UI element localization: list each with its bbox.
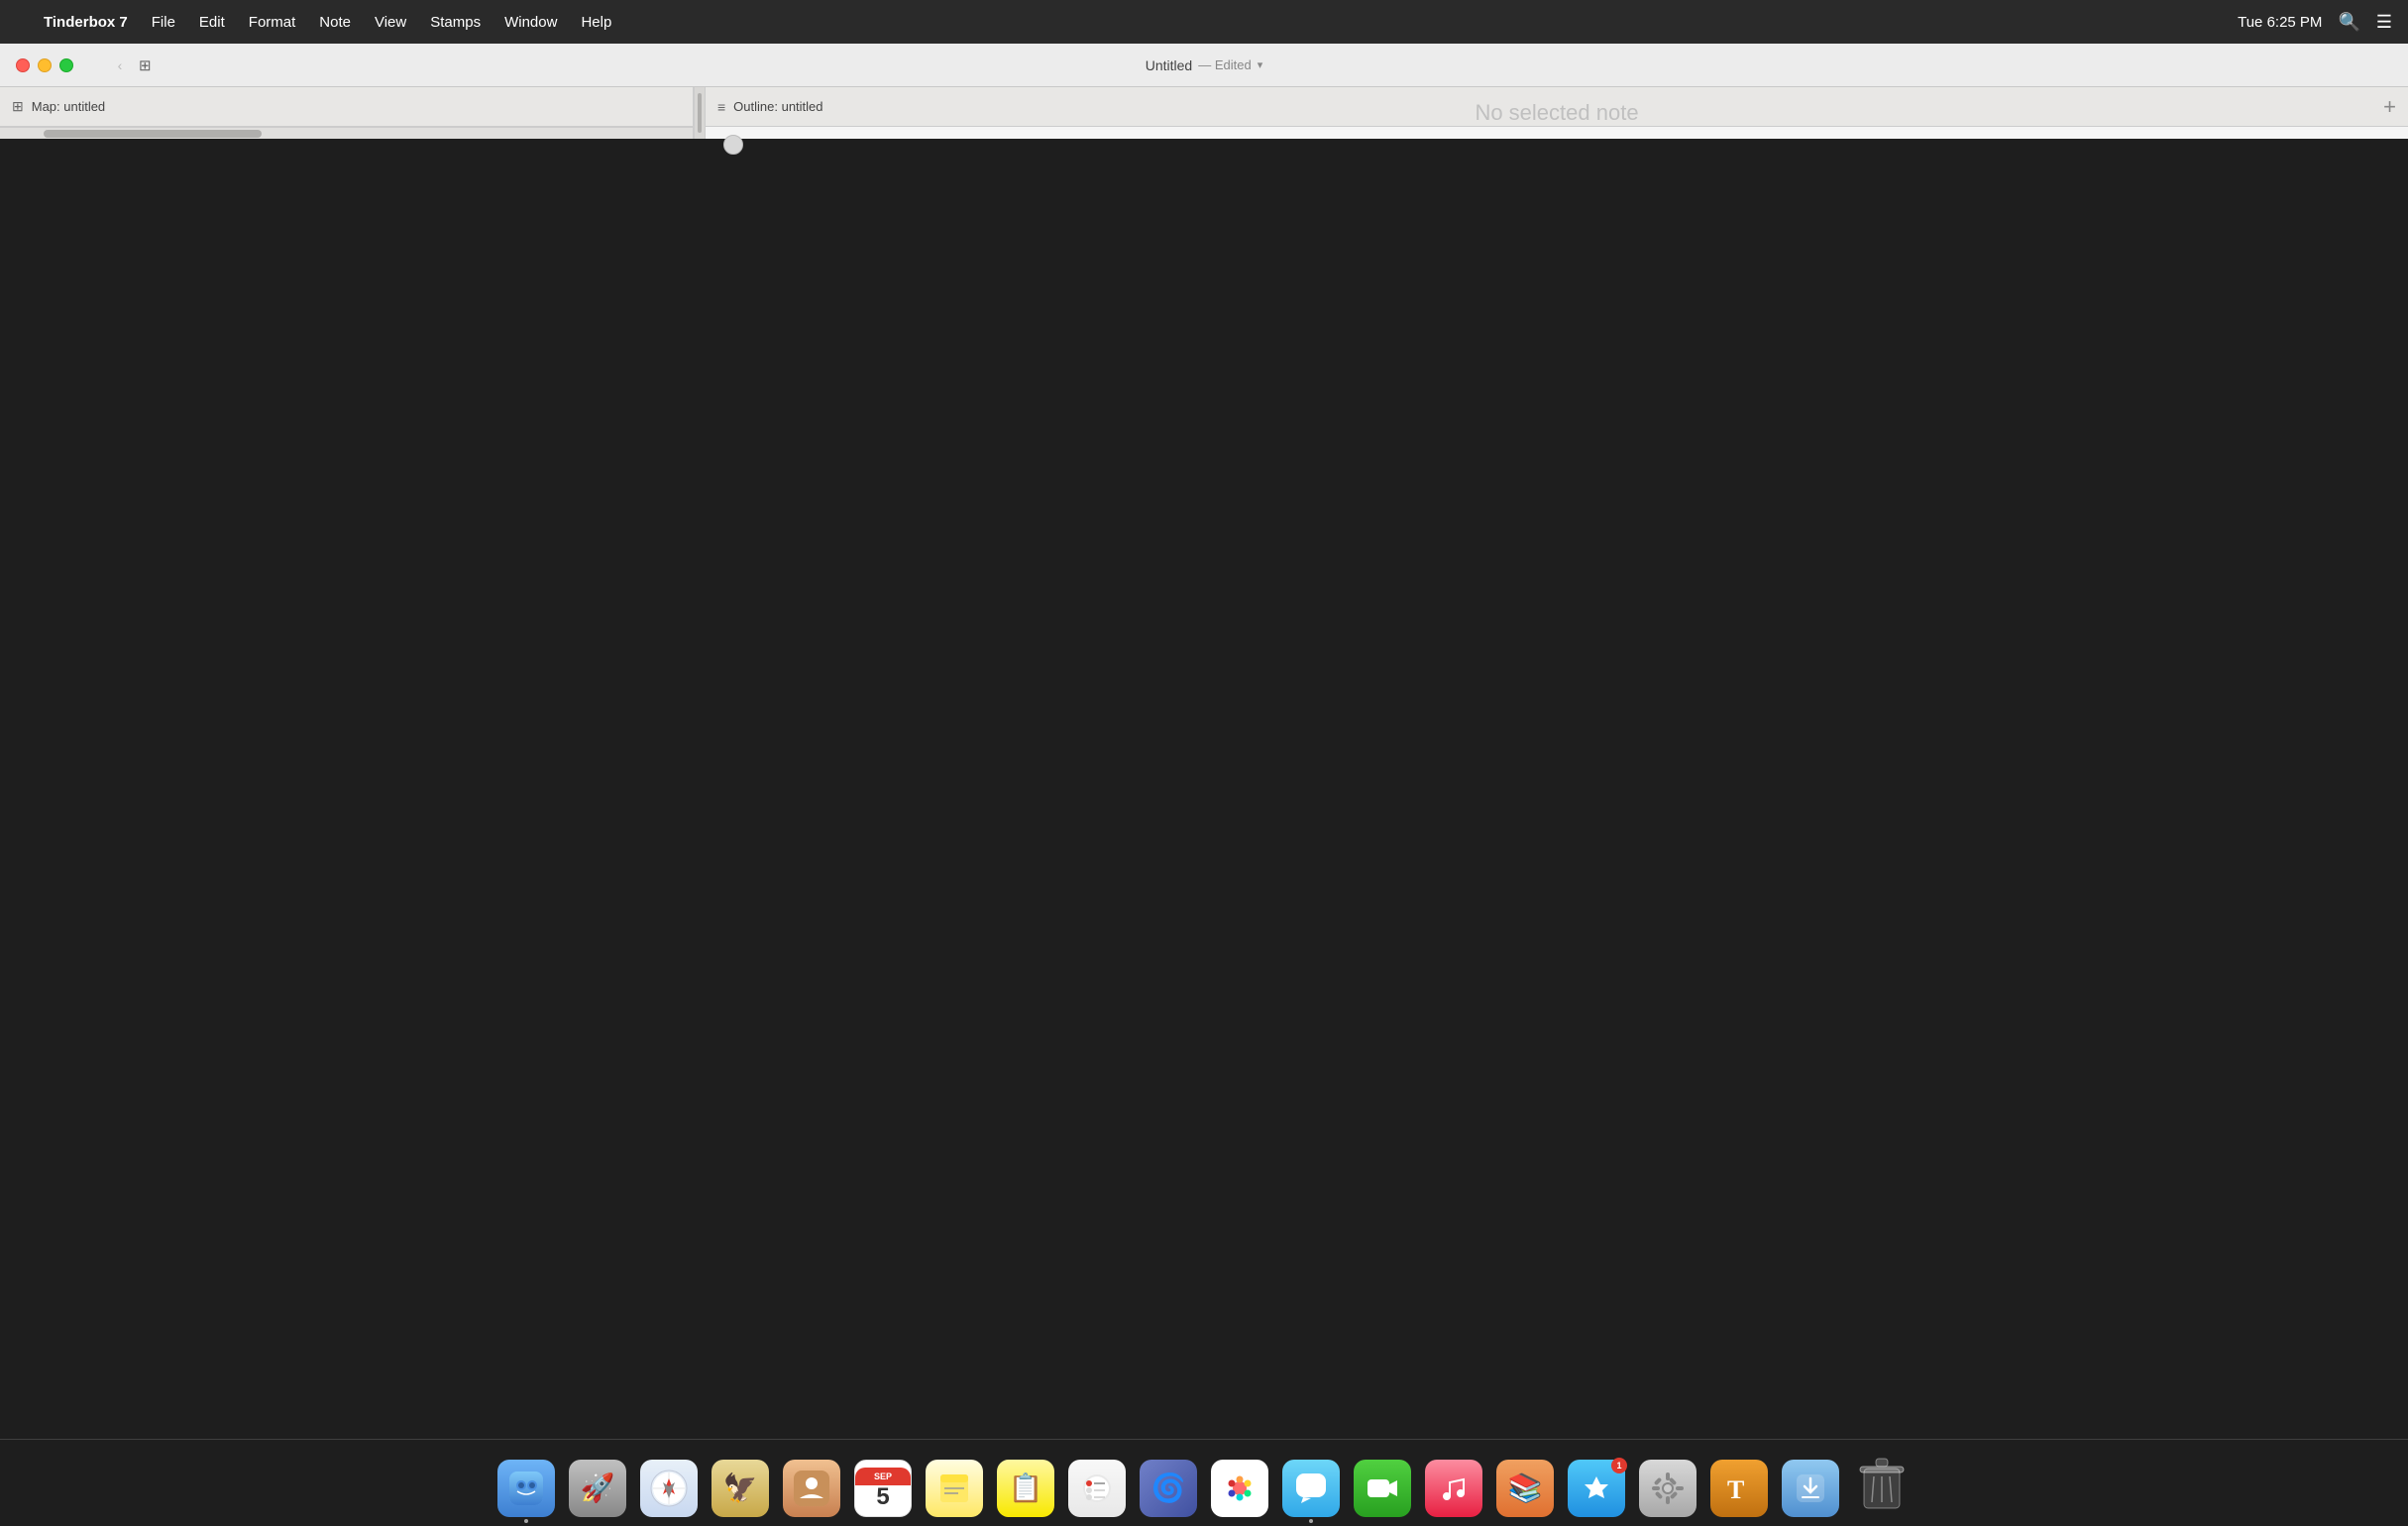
dock: 🚀 🦅 SEP 5 📋: [0, 1439, 2408, 1526]
dock-appstore[interactable]: 1: [1563, 1446, 1630, 1517]
divider-handle: [698, 93, 702, 133]
menu-window[interactable]: Window: [504, 14, 557, 31]
outline-circle: [723, 135, 743, 155]
title-edited: — Edited: [1198, 57, 1251, 72]
safari-icon: [640, 1460, 698, 1517]
dock-books[interactable]: 📚: [1491, 1446, 1559, 1517]
messages-dot: [1309, 1519, 1313, 1523]
close-button[interactable]: [16, 58, 30, 72]
menu-tinderbox[interactable]: Tinderbox 7: [44, 14, 128, 31]
dock-music[interactable]: [1420, 1446, 1487, 1517]
svg-text:T: T: [1727, 1475, 1744, 1504]
menubar-clock: Tue 6:25 PM: [2238, 14, 2322, 31]
photos-icon: [1211, 1460, 1268, 1517]
dock-notes[interactable]: [921, 1446, 988, 1517]
dock-reminders[interactable]: [1063, 1446, 1131, 1517]
downloads-icon: [1782, 1460, 1839, 1517]
eagle-icon: 🦅: [711, 1460, 769, 1517]
dock-3d-app[interactable]: 🌀: [1135, 1446, 1202, 1517]
menu-edit[interactable]: Edit: [199, 14, 225, 31]
appstore-badge: 1: [1611, 1458, 1627, 1473]
right-pane: ≡ Outline: untitled + No selected note: [706, 87, 2408, 139]
menubar-right: Tue 6:25 PM 🔍 ☰: [2238, 12, 2392, 33]
tinderbox-dock-icon: T: [1710, 1460, 1768, 1517]
nav-arrows: ‹: [109, 54, 131, 76]
traffic-lights: [16, 58, 73, 72]
dock-tinderbox[interactable]: T: [1705, 1446, 1773, 1517]
stickies-icon: 📋: [997, 1460, 1054, 1517]
menu-file[interactable]: File: [152, 14, 175, 31]
books-icon: 📚: [1496, 1460, 1554, 1517]
contacts-icon: [783, 1460, 840, 1517]
calendar-icon: SEP 5: [854, 1460, 912, 1517]
dock-contacts[interactable]: [778, 1446, 845, 1517]
facetime-icon: [1354, 1460, 1411, 1517]
window-title: Untitled — Edited ▾: [1146, 57, 1262, 73]
finder-icon: [497, 1460, 555, 1517]
sysprefs-icon: [1639, 1460, 1697, 1517]
title-text: Untitled: [1146, 57, 1192, 73]
menu-format[interactable]: Format: [249, 14, 296, 31]
menu-stamps[interactable]: Stamps: [430, 14, 481, 31]
titlebar: ‹ ⊞ Untitled — Edited ▾: [0, 44, 2408, 87]
notes-icon: [926, 1460, 983, 1517]
map-tab-label: Map: untitled: [32, 99, 105, 114]
pane-divider[interactable]: [694, 87, 706, 139]
toolbar-icon: ⊞: [139, 56, 152, 74]
search-icon[interactable]: 🔍: [2338, 12, 2359, 33]
maximize-button[interactable]: [59, 58, 73, 72]
menu-help[interactable]: Help: [581, 14, 611, 31]
dock-eagle[interactable]: 🦅: [707, 1446, 774, 1517]
add-note-button[interactable]: +: [2383, 96, 2396, 118]
list-icon[interactable]: ☰: [2376, 12, 2392, 33]
dock-safari[interactable]: [635, 1446, 703, 1517]
back-arrow[interactable]: ‹: [109, 54, 131, 76]
outline-tab-icon: ≡: [717, 99, 725, 115]
menu-note[interactable]: Note: [319, 14, 351, 31]
dock-downloads[interactable]: [1777, 1446, 1844, 1517]
dock-finder[interactable]: [493, 1446, 560, 1517]
left-pane: ⊞ Map: untitled Tabs remind where you ar…: [0, 87, 694, 139]
menubar: Tinderbox 7 File Edit Format Note View S…: [0, 0, 2408, 44]
finder-dot: [524, 1519, 528, 1523]
map-tab-icon: ⊞: [12, 98, 24, 115]
messages-icon: [1282, 1460, 1340, 1517]
trash-icon: [1853, 1460, 1911, 1517]
dock-calendar[interactable]: SEP 5: [849, 1446, 917, 1517]
no-selected-note: No selected note: [1475, 100, 1638, 126]
dock-sysprefs[interactable]: [1634, 1446, 1701, 1517]
dock-photos[interactable]: [1206, 1446, 1273, 1517]
left-tab[interactable]: ⊞ Map: untitled: [0, 87, 693, 127]
content-area: ⊞ Map: untitled Tabs remind where you ar…: [0, 87, 2408, 139]
minimize-button[interactable]: [38, 58, 52, 72]
dock-stickies[interactable]: 📋: [992, 1446, 1059, 1517]
outline-tab-label: Outline: untitled: [733, 99, 822, 114]
right-tab-left: ≡ Outline: untitled: [717, 99, 823, 115]
music-icon: [1425, 1460, 1482, 1517]
menu-view[interactable]: View: [375, 14, 406, 31]
launchpad-icon: 🚀: [569, 1460, 626, 1517]
3d-icon: 🌀: [1140, 1460, 1197, 1517]
appstore-icon: 1: [1568, 1460, 1625, 1517]
dock-trash[interactable]: [1848, 1446, 1915, 1517]
reminders-icon: [1068, 1460, 1126, 1517]
scrollbar-thumb[interactable]: [44, 130, 262, 138]
dock-messages[interactable]: [1277, 1446, 1345, 1517]
dock-facetime[interactable]: [1349, 1446, 1416, 1517]
dock-launchpad[interactable]: 🚀: [564, 1446, 631, 1517]
left-scrollbar[interactable]: [0, 127, 693, 139]
title-dropdown-icon[interactable]: ▾: [1258, 58, 1263, 71]
